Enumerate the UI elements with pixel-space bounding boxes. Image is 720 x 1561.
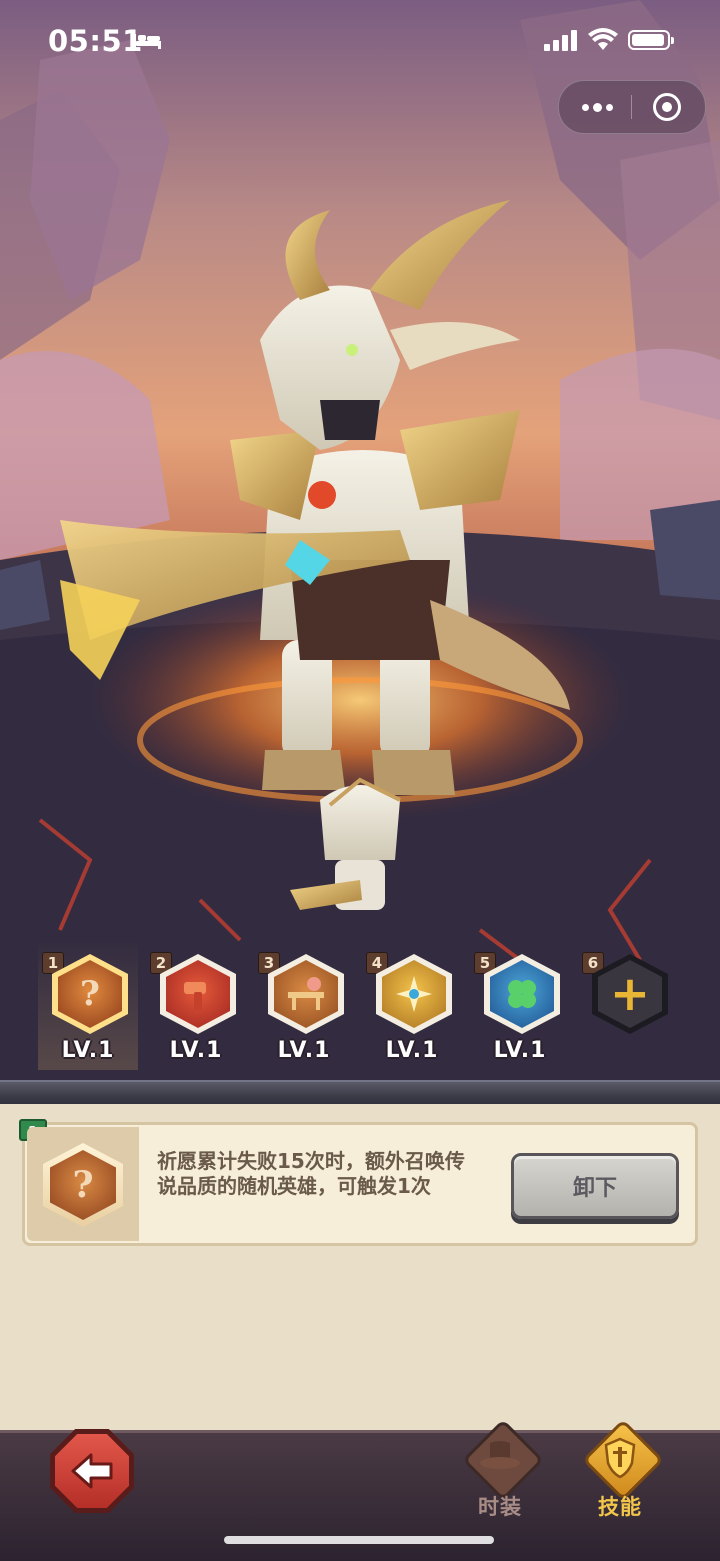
hammer-fist-icon xyxy=(166,960,230,1028)
tab-costume[interactable]: 时装 xyxy=(452,1415,548,1525)
slot-level: LV.1 xyxy=(61,1038,115,1063)
tab-skills-label: 技能 xyxy=(598,1495,642,1519)
tab-skills[interactable]: 技能 xyxy=(572,1415,668,1525)
skill-slot-5[interactable]: 5 LV.1 xyxy=(470,940,570,1070)
skill-icon-frame: ? xyxy=(27,1127,139,1241)
scene-background xyxy=(0,0,720,1085)
skill-slot-2[interactable]: 2 LV.1 xyxy=(146,940,246,1070)
status-bar: 05:51 xyxy=(0,0,720,84)
bench-bear-icon xyxy=(274,960,338,1028)
skill-slot-row: 1 ? LV.1 2 LV.1 3 LV.1 4 LV.1 5 LV.1 6 + xyxy=(0,940,720,1080)
skill-slot-6-add[interactable]: 6 + xyxy=(578,940,678,1070)
more-dots-icon[interactable] xyxy=(577,95,617,119)
capsule-divider xyxy=(631,95,632,119)
slot-level: LV.1 xyxy=(277,1038,331,1063)
clover-icon xyxy=(490,960,554,1028)
battery-icon xyxy=(628,30,674,50)
wifi-icon xyxy=(588,28,618,50)
cellular-signal-icon xyxy=(544,30,577,51)
question-mark-icon: ? xyxy=(58,960,122,1028)
skill-description: 祈愿累计失败15次时，额外召唤传说品质的随机英雄，可触发1次 xyxy=(157,1149,465,1198)
tab-costume-label: 时装 xyxy=(478,1495,522,1519)
hero-scene xyxy=(0,0,720,1085)
plus-icon: + xyxy=(598,960,662,1028)
slot-level: LV.1 xyxy=(493,1038,547,1063)
back-button[interactable] xyxy=(50,1429,134,1513)
target-circle-icon[interactable] xyxy=(653,93,681,121)
home-indicator[interactable] xyxy=(224,1536,494,1544)
skill-detail-card: 1 ? 祈愿累计失败15次时，额外召唤传说品质的随机英雄，可触发1次 卸下 xyxy=(19,1119,698,1246)
back-arrow-icon xyxy=(55,1434,129,1508)
status-time: 05:51 xyxy=(48,24,143,58)
panel-separator xyxy=(0,1080,720,1106)
skill-detail-panel: 1 ? 祈愿累计失败15次时，额外召唤传说品质的随机英雄，可触发1次 卸下 xyxy=(0,1104,720,1430)
slot-level: LV.1 xyxy=(385,1038,439,1063)
compass-star-icon xyxy=(382,960,446,1028)
question-mark-icon: ? xyxy=(43,1143,123,1227)
skill-slot-3[interactable]: 3 LV.1 xyxy=(254,940,354,1070)
miniprogram-capsule xyxy=(558,80,706,134)
skill-slot-4[interactable]: 4 LV.1 xyxy=(362,940,462,1070)
sleep-mode-icon xyxy=(133,34,161,49)
skill-icon-inner: ? xyxy=(50,1150,116,1220)
hat-icon xyxy=(461,1418,545,1502)
shield-sword-icon xyxy=(581,1418,665,1502)
unequip-button[interactable]: 卸下 xyxy=(511,1153,679,1219)
slot-level: LV.1 xyxy=(169,1038,223,1063)
skill-slot-1[interactable]: 1 ? LV.1 xyxy=(38,940,138,1070)
